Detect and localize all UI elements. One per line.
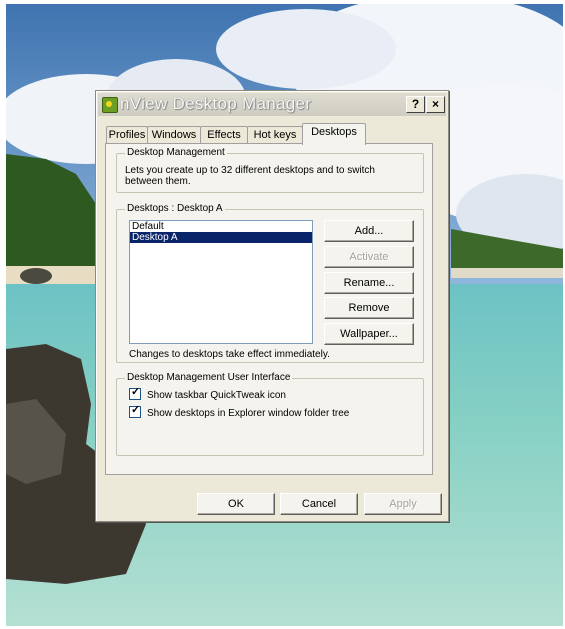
cancel-button[interactable]: Cancel — [280, 493, 358, 515]
ui-options-legend: Desktop Management User Interface — [125, 372, 293, 383]
checkmark-icon: ✓ — [131, 386, 141, 399]
add-button[interactable]: Add... — [324, 220, 414, 242]
desktop-management-legend: Desktop Management — [125, 147, 227, 158]
activate-button[interactable]: Activate — [324, 246, 414, 268]
desktop-management-description-2: between them. — [125, 176, 191, 187]
tab-effects[interactable]: Effects — [200, 126, 248, 144]
tab-windows[interactable]: Windows — [147, 126, 201, 144]
option-quicktweak-icon[interactable]: ✓ Show taskbar QuickTweak icon — [129, 386, 286, 402]
ok-button[interactable]: OK — [197, 493, 275, 515]
option-explorer-folder-tree[interactable]: ✓ Show desktops in Explorer window folder… — [129, 404, 350, 420]
quicktweak-checkbox[interactable]: ✓ — [129, 386, 141, 401]
explorer-tree-label: Show desktops in Explorer window folder … — [147, 408, 350, 419]
close-button[interactable]: × — [426, 96, 445, 113]
checkmark-icon: ✓ — [131, 404, 141, 417]
nview-dialog: nView Desktop Manager ? × Profiles Windo… — [95, 90, 449, 522]
tab-desktops[interactable]: Desktops — [302, 123, 366, 145]
rename-button[interactable]: Rename... — [324, 272, 414, 294]
list-item-default[interactable]: Default — [130, 221, 312, 232]
title-bar[interactable]: nView Desktop Manager ? × — [98, 93, 446, 116]
quicktweak-label: Show taskbar QuickTweak icon — [147, 390, 286, 401]
nview-app-icon — [102, 97, 118, 113]
remove-button[interactable]: Remove — [324, 297, 414, 319]
explorer-tree-checkbox[interactable]: ✓ — [129, 404, 141, 419]
tab-profiles[interactable]: Profiles — [106, 126, 148, 144]
desktops-legend: Desktops : Desktop A — [125, 203, 225, 214]
window-title: nView Desktop Manager — [120, 94, 312, 113]
help-button[interactable]: ? — [406, 96, 425, 113]
list-item-desktop-a[interactable]: Desktop A — [130, 232, 312, 243]
wallpaper-button[interactable]: Wallpaper... — [324, 323, 414, 345]
desktops-listbox[interactable]: Default Desktop A — [129, 220, 313, 344]
tab-hot-keys[interactable]: Hot keys — [247, 126, 303, 144]
apply-button[interactable]: Apply — [364, 493, 442, 515]
changes-note: Changes to desktops take effect immediat… — [129, 349, 330, 360]
desktop-management-description-1: Lets you create up to 32 different deskt… — [125, 165, 375, 176]
